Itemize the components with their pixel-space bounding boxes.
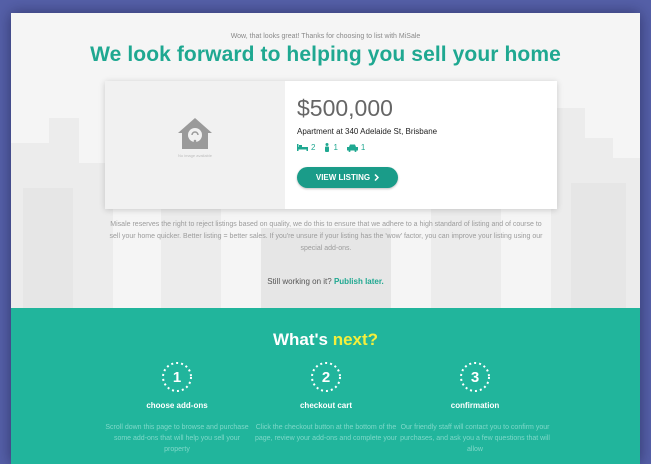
- step-title: choose add-ons: [146, 401, 208, 410]
- listing-card[interactable]: No image available $500,000 Apartment at…: [105, 81, 557, 209]
- step-number: 1: [172, 368, 182, 386]
- page-frame: Wow, that looks great! Thanks for choosi…: [11, 13, 640, 464]
- step-title: confirmation: [450, 401, 500, 410]
- whats-next-section: What's next? 1 choose add-ons Scroll dow…: [11, 308, 640, 464]
- step-title: checkout cart: [299, 401, 353, 410]
- view-listing-label: VIEW LISTING: [315, 173, 371, 182]
- bathrooms-count: 1: [333, 143, 338, 152]
- step-description: Scroll down this page to browse and purc…: [105, 424, 249, 453]
- step-number-icon: 3: [459, 361, 491, 393]
- page-title: We look forward to helping you sell your…: [90, 43, 561, 66]
- step-number: 3: [470, 368, 480, 386]
- image-caption: No image available: [177, 153, 213, 158]
- parking-feature: 1: [346, 143, 366, 152]
- disclaimer-text: Misale reserves the right to reject list…: [109, 221, 543, 252]
- publish-later-link[interactable]: Publish later.: [334, 277, 384, 286]
- intro-text: Wow, that looks great! Thanks for choosi…: [230, 33, 421, 40]
- step-number-icon: 1: [161, 361, 193, 393]
- parking-count: 1: [360, 143, 366, 152]
- step-description: Our friendly staff will contact you to c…: [400, 424, 550, 453]
- whats-next-title-highlight: next?: [332, 330, 379, 349]
- step-description: Click the checkout button at the bottom …: [254, 424, 398, 442]
- bedrooms-count: 2: [311, 143, 316, 152]
- still-working-line: Still working on it? Publish later.: [11, 277, 640, 286]
- listing-address: Apartment at 340 Adelaide St, Brisbane: [297, 127, 438, 136]
- listing-thumbnail: No image available: [105, 81, 285, 209]
- bedrooms-feature: 2: [297, 143, 315, 152]
- step-number-icon: 2: [310, 361, 342, 393]
- whats-next-title: What's next?: [11, 330, 640, 350]
- bed-icon: [297, 144, 308, 151]
- car-icon: [346, 144, 358, 152]
- house-placeholder-icon: [178, 118, 212, 149]
- step-3: 3 confirmation Our friendly staff will c…: [400, 361, 550, 455]
- step-2: 2 checkout cart Click the checkout butto…: [251, 361, 401, 444]
- still-working-text: Still working on it?: [267, 277, 332, 286]
- whats-next-title-main: What's: [272, 330, 328, 349]
- bathrooms-feature: 1: [324, 143, 338, 152]
- listing-price: $500,000: [297, 95, 393, 121]
- view-listing-button[interactable]: VIEW LISTING: [297, 167, 398, 188]
- step-1: 1 choose add-ons Scroll down this page t…: [102, 361, 252, 455]
- chevron-right-icon: [374, 174, 380, 181]
- step-number: 2: [321, 368, 331, 386]
- bath-icon: [325, 143, 330, 152]
- listing-features: 2 1 1: [297, 143, 365, 152]
